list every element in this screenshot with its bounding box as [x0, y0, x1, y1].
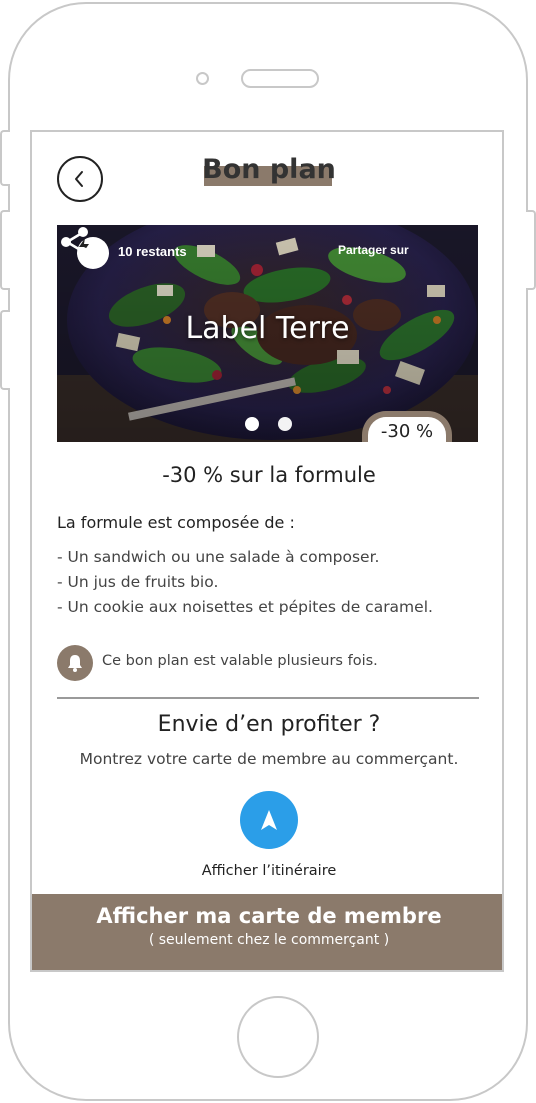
camera [196, 72, 209, 85]
speaker [241, 69, 319, 88]
list-item: - Un jus de fruits bio. [57, 573, 219, 591]
hero-image-carousel[interactable]: 10 restants Partager sur Label Terre -30… [57, 225, 478, 442]
list-item: - Un sandwich ou une salade à composer. [57, 548, 380, 566]
navigation-arrow-icon [261, 810, 277, 830]
carousel-dot-1[interactable] [245, 417, 259, 431]
carousel-dot-2[interactable] [278, 417, 292, 431]
power-button [526, 210, 536, 290]
member-button-label: Afficher ma carte de membre [96, 904, 442, 928]
member-button-sublabel: ( seulement chez le commerçant ) [148, 932, 390, 948]
route-button[interactable] [240, 791, 298, 849]
show-member-card-button[interactable]: Afficher ma carte de membre ( seulement … [32, 894, 502, 970]
cta-subtitle: Montrez votre carte de membre au commerç… [79, 750, 459, 768]
app-screen: Bon plan 10 restants Partager sur Label … [30, 130, 504, 972]
divider [57, 697, 479, 699]
offer-items-list: - Un sandwich ou une salade à composer. … [57, 545, 433, 620]
home-button[interactable] [237, 996, 319, 1078]
page-title: Bon plan [202, 154, 336, 185]
share-label: Partager sur [338, 243, 409, 257]
validity-notice: Ce bon plan est valable plusieurs fois. [102, 653, 378, 669]
remaining-count: 10 restants [118, 244, 187, 259]
merchant-name: Label Terre [185, 311, 350, 346]
cta-title: Envie d’en profiter ? [157, 712, 381, 737]
route-label[interactable]: Afficher l’itinéraire [32, 863, 502, 879]
volume-up-button [0, 210, 10, 290]
offer-title: -30 % sur la formule [162, 463, 376, 487]
mute-switch [0, 130, 10, 186]
bell-icon [57, 645, 93, 681]
share-icon[interactable] [57, 225, 91, 259]
volume-down-button [0, 310, 10, 390]
list-item: - Un cookie aux noisettes et pépites de … [57, 598, 433, 616]
composition-label: La formule est composée de : [57, 513, 295, 532]
discount-badge: -30 % [368, 417, 446, 442]
